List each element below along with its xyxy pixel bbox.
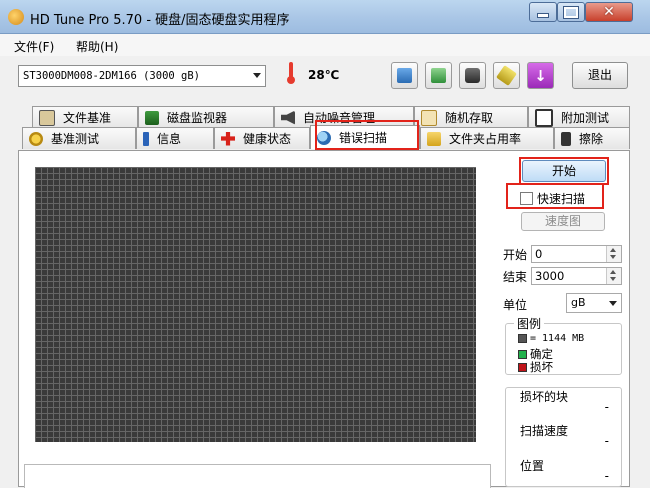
options-icon — [496, 65, 517, 86]
tab-label: 信息 — [157, 132, 182, 146]
tab-label: 文件夹占用率 — [449, 132, 522, 146]
trash-icon — [561, 131, 571, 146]
unit-select[interactable]: gB — [566, 293, 622, 313]
download-icon: ↓ — [534, 66, 547, 85]
tab-label: 擦除 — [579, 132, 604, 146]
tab-label: 磁盘监视器 — [167, 111, 228, 125]
tab-error-scan[interactable]: 错误扫描 — [310, 125, 420, 149]
drive-select[interactable]: ST3000DM008-2DM166 (3000 gB) — [18, 65, 266, 87]
benchmark-icon — [29, 131, 43, 146]
tab-health[interactable]: 健康状态 — [214, 127, 310, 149]
spinner-icon[interactable] — [606, 268, 621, 284]
close-button[interactable]: ✕ — [585, 2, 633, 22]
ok-swatch — [518, 349, 527, 359]
tab-label: 随机存取 — [445, 111, 494, 125]
scan-speed-value: - — [604, 434, 609, 448]
app-icon — [8, 9, 24, 25]
block-map — [35, 167, 476, 442]
tab-extra-tests[interactable]: 附加测试 — [528, 106, 630, 128]
tab-info[interactable]: 信息 — [136, 127, 214, 149]
tab-label: 健康状态 — [243, 132, 292, 146]
quick-scan-label: 快速扫描 — [537, 192, 586, 206]
legend-title: 图例 — [514, 315, 545, 332]
title-bar: HD Tune Pro 5.70 - 硬盘/固态硬盘实用程序 ✕ — [0, 0, 650, 34]
damaged-swatch — [518, 362, 527, 372]
tab-erase[interactable]: 擦除 — [554, 127, 630, 149]
tab-folder-usage[interactable]: 文件夹占用率 — [420, 127, 554, 149]
screenshot-button[interactable] — [459, 62, 486, 89]
exit-button[interactable]: 退出 — [572, 62, 628, 89]
speed-map-button[interactable]: 速度图 — [521, 212, 605, 231]
save-button[interactable] — [425, 62, 452, 89]
menu-bar: 文件(F) 帮助(H) — [0, 34, 650, 56]
tab-benchmark[interactable]: 基准测试 — [22, 127, 136, 149]
spinner-icon[interactable] — [606, 246, 621, 262]
folder-icon — [427, 131, 441, 146]
file-benchmark-icon — [39, 109, 55, 126]
camera-icon — [465, 68, 480, 83]
menu-help[interactable]: 帮助(H) — [76, 38, 118, 55]
maximize-button[interactable] — [557, 2, 585, 22]
unit-select-value: gB — [571, 296, 586, 309]
maximize-icon — [564, 6, 578, 18]
extra-tests-icon — [535, 108, 553, 127]
info-icon — [143, 131, 149, 146]
block-size-text: = 1144 MB — [530, 333, 585, 344]
block-swatch — [518, 334, 527, 343]
chevron-down-icon — [253, 73, 261, 78]
quick-scan-checkbox[interactable]: 快速扫描 — [520, 190, 585, 207]
scan-stats-group: 损坏的块 - 扫描速度 - 位置 - — [505, 387, 622, 487]
toolbar: ST3000DM008-2DM166 (3000 gB) 28℃ ↓ 退出 — [0, 56, 650, 100]
magnifier-icon — [317, 130, 331, 145]
options-button[interactable] — [493, 62, 520, 89]
window-title: HD Tune Pro 5.70 - 硬盘/固态硬盘实用程序 — [30, 13, 290, 28]
tab-label: 错误扫描 — [339, 131, 388, 145]
tab-label: 自动噪音管理 — [303, 111, 376, 125]
start-position-input[interactable]: 0 — [531, 245, 622, 263]
menu-file[interactable]: 文件(F) — [14, 38, 54, 55]
thermometer-icon — [287, 62, 295, 84]
random-access-icon — [421, 109, 437, 126]
unit-label: 单位 — [503, 298, 528, 312]
end-position-label: 结束 — [503, 270, 528, 284]
start-position-label: 开始 — [503, 248, 528, 262]
temperature-value: 28℃ — [308, 68, 340, 82]
damaged-blocks-value: - — [604, 400, 609, 414]
drive-select-value: ST3000DM008-2DM166 (3000 gB) — [23, 70, 201, 82]
legend-damaged: 损坏 — [518, 359, 553, 375]
start-position-value: 0 — [535, 247, 543, 261]
end-position-value: 3000 — [535, 269, 565, 283]
end-position-input[interactable]: 3000 — [531, 267, 622, 285]
download-button[interactable]: ↓ — [527, 62, 554, 89]
position-value: - — [604, 469, 609, 483]
tab-disk-monitor[interactable]: 磁盘监视器 — [138, 106, 274, 128]
scan-speed-label: 扫描速度 — [520, 424, 569, 438]
damaged-label: 损坏 — [530, 360, 553, 374]
close-icon: ✕ — [603, 4, 615, 20]
chevron-down-icon — [609, 301, 617, 306]
minimize-button[interactable] — [529, 2, 557, 22]
checkbox-box[interactable] — [520, 192, 533, 205]
legend-group: 图例 = 1144 MB 确定 损坏 — [505, 315, 622, 375]
tab-label: 附加测试 — [561, 111, 610, 125]
save-icon — [431, 68, 446, 83]
position-label: 位置 — [520, 459, 545, 473]
minimize-icon — [537, 12, 549, 18]
tab-label: 文件基准 — [63, 111, 112, 125]
health-cross-icon — [221, 131, 235, 146]
tab-random-access[interactable]: 随机存取 — [414, 106, 528, 128]
tab-file-benchmark[interactable]: 文件基准 — [32, 106, 138, 128]
scan-log-area — [24, 464, 491, 488]
disk-monitor-icon — [145, 110, 159, 125]
copy-text-button[interactable] — [391, 62, 418, 89]
speaker-icon — [281, 110, 295, 125]
start-button[interactable]: 开始 — [522, 160, 606, 182]
tab-label: 基准测试 — [51, 132, 100, 146]
legend-block-size: = 1144 MB — [518, 333, 584, 344]
copy-icon — [397, 68, 412, 83]
damaged-blocks-label: 损坏的块 — [520, 390, 569, 404]
